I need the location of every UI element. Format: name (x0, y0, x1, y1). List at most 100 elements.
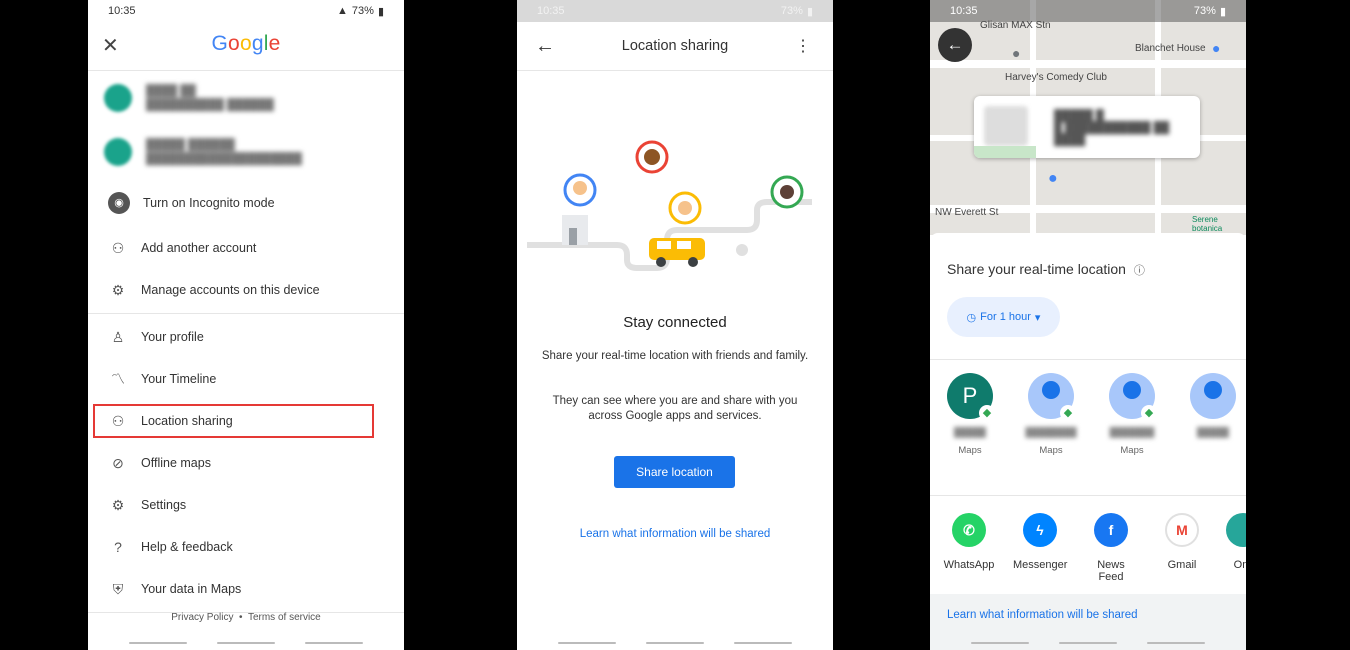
location-sharing-icon: ⚇ (111, 412, 125, 429)
avatar (1190, 373, 1236, 419)
status-time: 10:35 (108, 5, 136, 17)
terms-link[interactable]: Terms of service (248, 612, 321, 623)
person-icon (1204, 381, 1222, 399)
battery-level: 73% (1193, 5, 1216, 17)
stay-connected-illustration (527, 140, 812, 271)
status-bar: 10:35 73% ▮ (517, 0, 833, 22)
maps-badge-icon: ◆ (979, 405, 995, 421)
map-label: Blanchet House (1135, 43, 1206, 54)
divider (930, 359, 1246, 360)
menu-item-label: Location sharing (141, 414, 233, 428)
divider (88, 313, 404, 314)
share-app-other[interactable]: On (1226, 513, 1246, 583)
sheet-title: Share your real-time location ⓘ (947, 261, 1145, 277)
menu-item-incognito[interactable]: ◉ Turn on Incognito mode (88, 179, 404, 227)
menu-item-timeline[interactable]: 〽 Your Timeline (88, 358, 404, 400)
more-vert-icon[interactable]: ⋮ (795, 36, 811, 56)
share-app-gmail[interactable]: M Gmail (1155, 513, 1209, 583)
whatsapp-icon: ✆ (952, 513, 986, 547)
menu-item-label: Help & feedback (141, 540, 233, 554)
maps-badge-icon: ◆ (1060, 405, 1076, 421)
help-icon[interactable]: ⓘ (1134, 265, 1145, 277)
contact-name-blurred: █████ (954, 427, 986, 437)
location-sharing-screen: 10:35 73% ▮ ← Location sharing ⋮ Stay con… (517, 0, 833, 650)
contact-card[interactable]: █████ █ █ ███████████ ██ ████ (974, 96, 1200, 158)
menu-item-label: Offline maps (141, 456, 211, 470)
person-add-icon: ⚇ (111, 239, 125, 256)
contact-source: Maps (1039, 445, 1063, 456)
menu-item-settings[interactable]: ⚙ Settings (88, 484, 404, 526)
page-title: Location sharing (621, 38, 729, 54)
contact-source: Maps (958, 445, 982, 456)
status-bar: 10:35 73% ▮ (930, 0, 1246, 22)
menu-item-label: Add another account (141, 241, 257, 255)
account-row[interactable]: █████ ██████ ████████████████████ (88, 125, 404, 179)
battery-icon: ▮ (1219, 5, 1226, 18)
privacy-policy-link[interactable]: Privacy Policy (171, 612, 233, 623)
share-location-button[interactable]: Share location (614, 456, 735, 488)
back-arrow-icon[interactable]: ← (938, 28, 972, 62)
battery-level: 73% (351, 5, 374, 17)
menu-item-location-sharing[interactable]: ⚇ Location sharing (93, 404, 374, 438)
menu-item-add-account[interactable]: ⚇ Add another account (88, 227, 404, 269)
incognito-icon: ◉ (108, 192, 130, 214)
learn-more-link[interactable]: Learn what information will be shared (947, 609, 1138, 621)
menu-item-manage-accounts[interactable]: ⚙ Manage accounts on this device (88, 269, 404, 311)
menu-item-offline-maps[interactable]: ⊘ Offline maps (88, 442, 404, 484)
map-pin-icon: ● (1212, 40, 1221, 56)
contact-list: P ◆ █████ Maps ◆ ████████ Maps ◆ ███████… (942, 373, 1241, 456)
menu-item-your-data[interactable]: ⛨ Your data in Maps (88, 568, 404, 610)
contact-item[interactable]: ◆ ███████ Maps (1104, 373, 1160, 456)
contact-item[interactable]: P ◆ █████ Maps (942, 373, 998, 456)
account-row[interactable]: ████ ██ ██████████ ██████ (88, 71, 404, 125)
divider (930, 495, 1246, 496)
contact-item[interactable]: ◆ ████████ Maps (1023, 373, 1079, 456)
messenger-icon: ϟ (1023, 513, 1057, 547)
nav-bar (930, 642, 1246, 644)
menu-item-help[interactable]: ? Help & feedback (88, 526, 404, 568)
contact-name-blurred: ████████ (1025, 427, 1077, 437)
google-logo: Google (211, 32, 281, 55)
contact-name-blurred: █████ (1197, 427, 1229, 437)
help-icon: ? (114, 539, 122, 555)
map-pin-icon: ● (1048, 170, 1058, 187)
menu-item-label: Your Timeline (141, 372, 217, 386)
share-bottom-sheet: Share your real-time location ⓘ ◷ For 1 … (930, 233, 1246, 650)
share-app-news-feed[interactable]: f News Feed (1084, 513, 1138, 583)
battery-level: 73% (780, 5, 803, 17)
duration-label: For 1 hour (980, 311, 1031, 323)
menu-item-profile[interactable]: ♙ Your profile (88, 316, 404, 358)
menu-footer: Privacy Policy • Terms of service (88, 612, 404, 623)
contact-info-blurred: █████ █ █ ███████████ ██ ████ (1054, 110, 1170, 146)
manage-accounts-icon: ⚙ (111, 281, 125, 298)
menu-item-label: Turn on Incognito mode (143, 196, 275, 210)
menu-item-label: Settings (141, 498, 187, 512)
person-icon: ♙ (111, 328, 125, 345)
contact-item[interactable]: █████ (1185, 373, 1241, 456)
person-icon (1042, 381, 1060, 399)
avatar: P ◆ (947, 373, 995, 421)
facebook-icon: f (1094, 513, 1128, 547)
learn-more-link[interactable]: Learn what information will be shared (517, 528, 833, 540)
share-realtime-screen: Glisan MAX Stn Blanchet House Harvey's C… (930, 0, 1246, 650)
contact-source: Maps (1120, 445, 1144, 456)
app-share-list: ✆ WhatsApp ϟ Messenger f News Feed M Gma… (942, 513, 1246, 583)
app-bar: ← Location sharing ⋮ (517, 22, 833, 71)
account-menu-screen: 10:35 ▲ 73% ▮ ✕ Google ████ ██ ██████████ █… (88, 0, 404, 650)
avatar: ◆ (1028, 373, 1076, 421)
map-label: Serene botanica (1192, 215, 1223, 233)
map-label: Harvey's Comedy Club (1005, 72, 1107, 83)
menu-item-label: Your data in Maps (141, 582, 242, 596)
back-arrow-icon[interactable]: ← (535, 35, 555, 58)
person-icon (1123, 381, 1141, 399)
app-label: WhatsApp (943, 559, 995, 571)
duration-chip[interactable]: ◷ For 1 hour ▾ (947, 297, 1060, 337)
app-icon (1226, 513, 1246, 547)
share-app-messenger[interactable]: ϟ Messenger (1013, 513, 1067, 583)
share-app-whatsapp[interactable]: ✆ WhatsApp (942, 513, 996, 583)
avatar: ◆ (1109, 373, 1157, 421)
status-time: 10:35 (537, 5, 565, 17)
status-bar: 10:35 ▲ 73% ▮ (88, 0, 404, 22)
app-label: Gmail (1167, 559, 1197, 571)
offline-maps-icon: ⊘ (112, 454, 124, 471)
